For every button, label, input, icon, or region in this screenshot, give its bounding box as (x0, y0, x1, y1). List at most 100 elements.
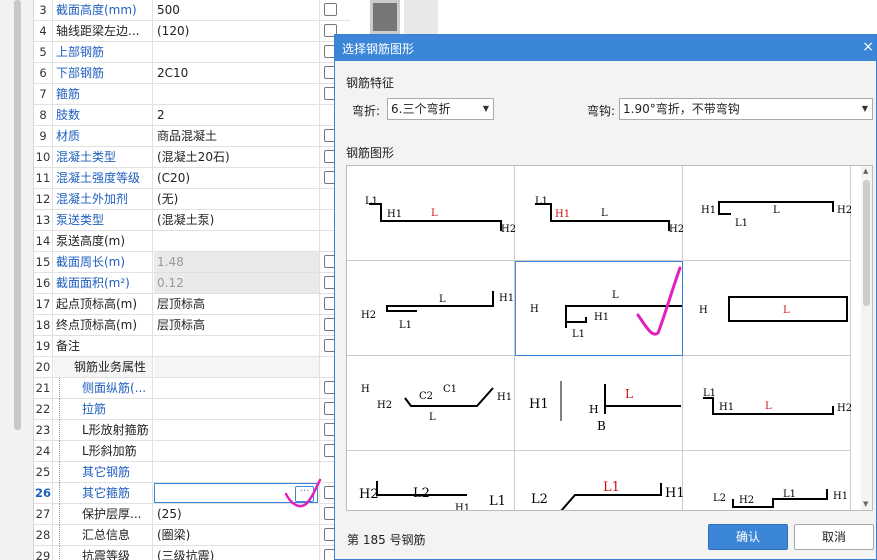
property-value[interactable]: 2C10 (154, 63, 320, 83)
property-row[interactable]: 22 拉筋 (34, 399, 351, 420)
canvas-element-2 (404, 0, 438, 34)
shape-cell[interactable]: L2 H2 L1 H1 (683, 451, 851, 510)
property-row[interactable]: 28 汇总信息 (圈梁) (34, 525, 351, 546)
svg-text:C2: C2 (419, 391, 433, 402)
property-row[interactable]: 27 保护层厚... (25) (34, 504, 351, 525)
property-value[interactable] (154, 399, 320, 419)
property-row[interactable]: 10 混凝土类型 (混凝土20石) (34, 147, 351, 168)
shape-cell[interactable]: H H2 C2 C1 L H1 (347, 356, 515, 451)
property-name-text: 起点顶标高(m) (56, 297, 138, 311)
property-row[interactable]: 4 轴线距梁左边... (120) (34, 21, 351, 42)
shape-diagram: H2 L2 L1 H1 (359, 481, 506, 510)
property-row[interactable]: 15 截面周长(m) 1.48 (34, 252, 351, 273)
hook-select[interactable]: 1.90°弯折，不带弯钩 ▼ (619, 98, 873, 120)
property-name: 保护层厚... (54, 504, 153, 524)
property-row[interactable]: 25 其它钢筋 (34, 462, 351, 483)
property-row[interactable]: 19 备注 (34, 336, 351, 357)
bend-select[interactable]: 6.三个弯折 ▼ (387, 98, 494, 120)
svg-text:H1: H1 (497, 392, 512, 403)
shape-cell[interactable]: H1 H B L (515, 356, 683, 451)
property-row[interactable]: 14 泵送高度(m) (34, 231, 351, 252)
property-value[interactable] (154, 420, 320, 440)
canvas-element (370, 0, 400, 34)
row-number: 5 (34, 42, 53, 62)
property-value[interactable]: (120) (154, 21, 320, 41)
hook-label: 弯钩: (587, 104, 616, 118)
left-panel-strip (0, 0, 33, 560)
property-value[interactable]: 0.12 (154, 273, 320, 293)
shape-cell[interactable]: L1 H1 L H2 (683, 356, 851, 451)
property-value-editor[interactable]: ··· (154, 483, 318, 503)
property-value[interactable]: 商品混凝土 (154, 126, 320, 146)
shape-cell[interactable]: L2 L1 H1 (515, 451, 683, 510)
shape-cell[interactable]: HL (683, 261, 851, 356)
property-name-text: 箍筋 (56, 87, 81, 101)
property-row[interactable]: 9 材质 商品混凝土 (34, 126, 351, 147)
property-row[interactable]: 29 抗震等级 (三级抗震) (34, 546, 351, 560)
svg-text:H1: H1 (594, 312, 609, 323)
property-value[interactable]: (混凝土20石) (154, 147, 320, 167)
property-value[interactable]: 层顶标高 (154, 294, 320, 314)
property-value[interactable] (154, 231, 320, 251)
row-number: 26 (34, 483, 53, 503)
property-row[interactable]: 24 L形斜加筋 (34, 441, 351, 462)
cancel-button[interactable]: 取消 (794, 524, 874, 550)
property-name-text: 截面周长(m) (56, 255, 126, 269)
property-row[interactable]: 21 侧面纵筋(... (34, 378, 351, 399)
property-name: 材质 (54, 126, 153, 146)
shape-section-label: 钢筋图形 (346, 146, 395, 160)
gallery-scrollbar-thumb[interactable] (863, 180, 870, 306)
property-row[interactable]: 12 混凝土外加剂 (无) (34, 189, 351, 210)
property-row[interactable]: 3 截面高度(mm) 500 (34, 0, 351, 21)
scroll-up-icon[interactable]: ▲ (863, 167, 868, 175)
property-value[interactable]: (圈梁) (154, 525, 320, 545)
property-value[interactable]: 500 (154, 0, 320, 20)
property-value[interactable] (154, 336, 320, 356)
property-value[interactable]: 2 (154, 105, 320, 125)
shape-cell[interactable]: L1 H1 L H2 (515, 166, 683, 261)
property-value[interactable] (154, 441, 320, 461)
scroll-down-icon[interactable]: ▼ (863, 500, 868, 508)
property-value[interactable]: (混凝土泵) (154, 210, 320, 230)
property-row[interactable]: 13 泵送类型 (混凝土泵) (34, 210, 351, 231)
property-value[interactable] (154, 357, 320, 377)
property-name-text: 备注 (56, 339, 81, 353)
svg-text:H2: H2 (377, 400, 392, 411)
shape-cell[interactable]: H2 L2 L1 H1 (347, 451, 515, 510)
property-value[interactable]: (25) (154, 504, 320, 524)
property-name-text: 侧面纵筋(... (82, 381, 147, 395)
property-row[interactable]: 17 起点顶标高(m) 层顶标高 (34, 294, 351, 315)
gallery-scrollbar[interactable]: ▲ ▼ (861, 166, 872, 510)
property-row[interactable]: 5 上部钢筋 (34, 42, 351, 63)
property-value[interactable]: (无) (154, 189, 320, 209)
svg-text:H2: H2 (361, 310, 376, 321)
left-scrollbar[interactable] (14, 0, 21, 430)
property-value[interactable]: 1.48 (154, 252, 320, 272)
property-row[interactable]: 26 其它箍筋 ··· (34, 483, 351, 504)
property-name-text: L形斜加筋 (82, 444, 137, 458)
ellipsis-button[interactable]: ··· (295, 486, 314, 502)
shape-cell[interactable]: L1 H1 L H2 (347, 166, 515, 261)
shape-cell-selected[interactable]: H H1 L1 L (515, 261, 683, 356)
property-row[interactable]: 23 L形放射箍筋 (34, 420, 351, 441)
attach-checkbox[interactable] (324, 3, 337, 16)
property-value[interactable]: (三级抗震) (154, 546, 320, 560)
property-row[interactable]: 8 肢数 2 (34, 105, 351, 126)
property-value[interactable] (154, 462, 320, 482)
property-row[interactable]: 18 终点顶标高(m) 层顶标高 (34, 315, 351, 336)
property-value[interactable] (154, 378, 320, 398)
shape-cell[interactable]: H1 L1 L H2 (683, 166, 851, 261)
shape-cell[interactable]: H2 L1 L H1 (347, 261, 515, 356)
property-row[interactable]: 11 混凝土强度等级 (C20) (34, 168, 351, 189)
property-value[interactable]: 层顶标高 (154, 315, 320, 335)
property-row[interactable]: 20−钢筋业务属性 (34, 357, 351, 378)
property-row[interactable]: 16 截面面积(m²) 0.12 (34, 273, 351, 294)
close-icon[interactable]: × (862, 39, 874, 55)
confirm-button[interactable]: 确认 (708, 524, 788, 550)
property-name-text: 下部钢筋 (56, 66, 105, 80)
property-value[interactable] (154, 84, 320, 104)
property-row[interactable]: 7 箍筋 (34, 84, 351, 105)
property-value[interactable] (154, 42, 320, 62)
property-value[interactable]: (C20) (154, 168, 320, 188)
property-row[interactable]: 6 下部钢筋 2C10 (34, 63, 351, 84)
